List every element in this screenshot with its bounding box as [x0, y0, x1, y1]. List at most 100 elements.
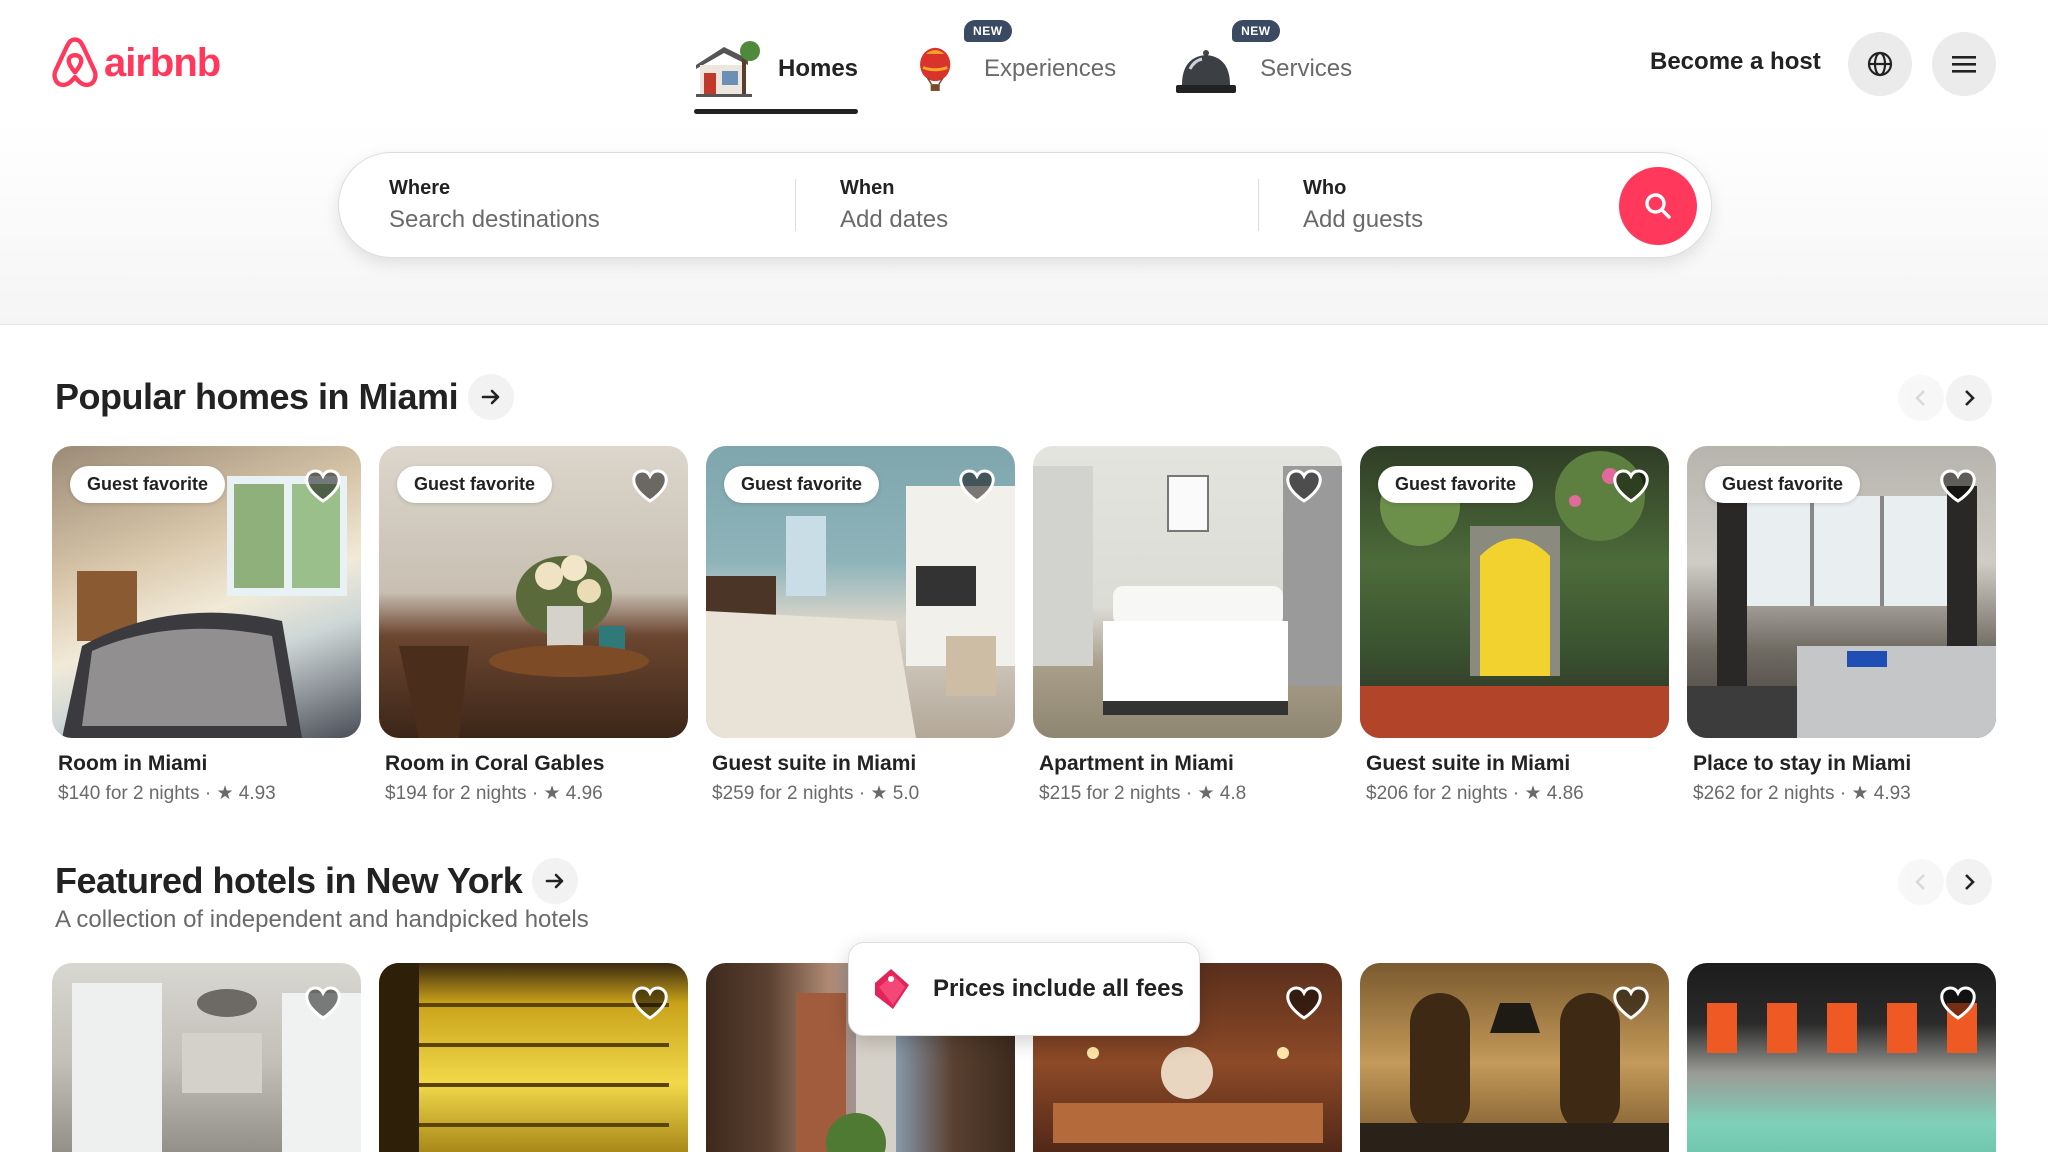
listing-photo[interactable]: Guest favorite [52, 446, 361, 738]
heart-icon[interactable] [957, 466, 997, 506]
next-button[interactable] [1946, 375, 1992, 421]
listing-photo[interactable] [1033, 446, 1342, 738]
when-field[interactable]: When Add dates [796, 153, 1258, 257]
section-arrow-button[interactable] [468, 374, 515, 420]
heart-icon[interactable] [1938, 466, 1978, 506]
section-title[interactable]: Popular homes in Miami [55, 376, 459, 418]
where-label: Where [389, 176, 451, 199]
star-icon: ★ [543, 783, 561, 804]
carousel-pager [1898, 375, 1992, 421]
listing-card[interactable]: Guest favorite Guest suite in Miami $206… [1360, 446, 1669, 805]
listing-card[interactable]: Guest favorite Room in Coral Gables $194… [379, 446, 688, 805]
new-badge: NEW [964, 20, 1012, 42]
tab-experiences[interactable]: NEW Experiences [914, 20, 1116, 114]
chevron-left-icon [1915, 874, 1925, 890]
heart-icon[interactable] [1611, 983, 1651, 1023]
listing-card[interactable]: Guest favorite Room in Miami $140 for 2 … [52, 446, 361, 805]
listing-rating: 5.0 [892, 783, 920, 804]
star-icon: ★ [1197, 783, 1215, 804]
heart-icon[interactable] [1284, 983, 1324, 1023]
language-button[interactable] [1848, 32, 1912, 96]
chevron-left-icon [1915, 390, 1925, 406]
heart-icon[interactable] [303, 983, 343, 1023]
airbnb-logo-icon [52, 37, 98, 88]
hotel-photo[interactable] [1687, 963, 1996, 1152]
airbnb-logo[interactable]: airbnb [50, 36, 221, 90]
where-field[interactable]: Where Search destinations [339, 153, 795, 257]
star-icon: ★ [870, 783, 888, 804]
prices-toast[interactable]: Prices include all fees [848, 942, 1200, 1036]
globe-icon [1867, 51, 1893, 77]
hot-air-balloon-icon [920, 47, 951, 91]
prev-button[interactable] [1898, 859, 1944, 905]
listing-meta: $262 for 2 nights · ★ 4.93 [1693, 783, 1911, 804]
section-header: Popular homes in Miami [55, 374, 515, 420]
heart-icon[interactable] [1938, 983, 1978, 1023]
service-bell-icon [1176, 50, 1237, 93]
hotel-card[interactable] [379, 963, 688, 1152]
section-arrow-button[interactable] [532, 858, 579, 904]
chevron-right-icon [1965, 390, 1975, 406]
hotel-card[interactable] [1360, 963, 1669, 1152]
listing-meta: $140 for 2 nights · ★ 4.93 [58, 783, 276, 804]
carousel-pager [1898, 859, 1992, 905]
listing-card[interactable]: Guest favorite Guest suite in Miami $259… [706, 446, 1015, 805]
listing-photo[interactable]: Guest favorite [1687, 446, 1996, 738]
listing-price: $206 for 2 nights [1366, 783, 1508, 804]
tab-label: Services [1260, 55, 1353, 82]
listing-price: $259 for 2 nights [712, 783, 854, 804]
heart-icon[interactable] [630, 983, 670, 1023]
search-icon [1645, 193, 1671, 219]
heart-icon[interactable] [1611, 466, 1651, 506]
listing-title: Place to stay in Miami [1693, 752, 1912, 775]
hotel-card[interactable] [1687, 963, 1996, 1152]
listing-photo[interactable]: Guest favorite [1360, 446, 1669, 738]
arrow-right-icon [545, 873, 564, 889]
hotel-photo[interactable] [1360, 963, 1669, 1152]
star-icon: ★ [1851, 783, 1869, 804]
next-button[interactable] [1946, 859, 1992, 905]
tab-label: Homes [778, 55, 859, 82]
arrow-right-icon [481, 389, 500, 405]
listing-carousel: Guest favorite Room in Miami $140 for 2 … [52, 446, 1996, 805]
hotel-photo[interactable] [379, 963, 688, 1152]
section-header: Featured hotels in New York [55, 858, 579, 904]
listing-title: Room in Miami [58, 752, 208, 775]
tab-homes[interactable]: Homes [690, 24, 859, 114]
listing-price: $194 for 2 nights [385, 783, 527, 804]
guest-favorite-badge: Guest favorite [70, 466, 226, 503]
new-badge: NEW [1232, 20, 1280, 42]
listing-card[interactable]: Guest favorite Place to stay in Miami $2… [1687, 446, 1996, 805]
listing-rating: 4.93 [1873, 783, 1911, 804]
guest-favorite-badge: Guest favorite [1705, 466, 1861, 503]
listing-title: Apartment in Miami [1039, 752, 1234, 775]
search-bar: Where Search destinations When Add dates… [338, 152, 1712, 258]
tab-services[interactable]: NEW Services [1172, 20, 1353, 114]
star-icon: ★ [1524, 783, 1542, 804]
house-icon [696, 41, 760, 97]
section-title[interactable]: Featured hotels in New York [55, 860, 523, 902]
listing-photo[interactable]: Guest favorite [706, 446, 1015, 738]
heart-icon[interactable] [1284, 466, 1324, 506]
brand-name: airbnb [104, 40, 221, 85]
search-button[interactable] [1619, 167, 1697, 245]
heart-icon[interactable] [303, 466, 343, 506]
menu-button[interactable] [1932, 32, 1996, 96]
listing-title: Guest suite in Miami [712, 752, 917, 775]
listing-rating: 4.93 [238, 783, 276, 804]
listing-price: $215 for 2 nights [1039, 783, 1181, 804]
guest-favorite-badge: Guest favorite [1378, 466, 1534, 503]
listing-photo[interactable]: Guest favorite [379, 446, 688, 738]
listing-meta: $206 for 2 nights · ★ 4.86 [1366, 783, 1584, 804]
become-host-link[interactable]: Become a host [1650, 48, 1821, 76]
header: airbnb Homes NEW Experiences NEW Service… [0, 0, 2048, 325]
listing-card[interactable]: Apartment in Miami $215 for 2 nights · ★… [1033, 446, 1342, 805]
when-placeholder: Add dates [840, 205, 949, 233]
listing-price: $140 for 2 nights [58, 783, 200, 804]
hotel-card[interactable] [52, 963, 361, 1152]
chevron-right-icon [1965, 874, 1975, 890]
hotel-photo[interactable] [52, 963, 361, 1152]
heart-icon[interactable] [630, 466, 670, 506]
prev-button[interactable] [1898, 375, 1944, 421]
when-label: When [840, 176, 895, 199]
